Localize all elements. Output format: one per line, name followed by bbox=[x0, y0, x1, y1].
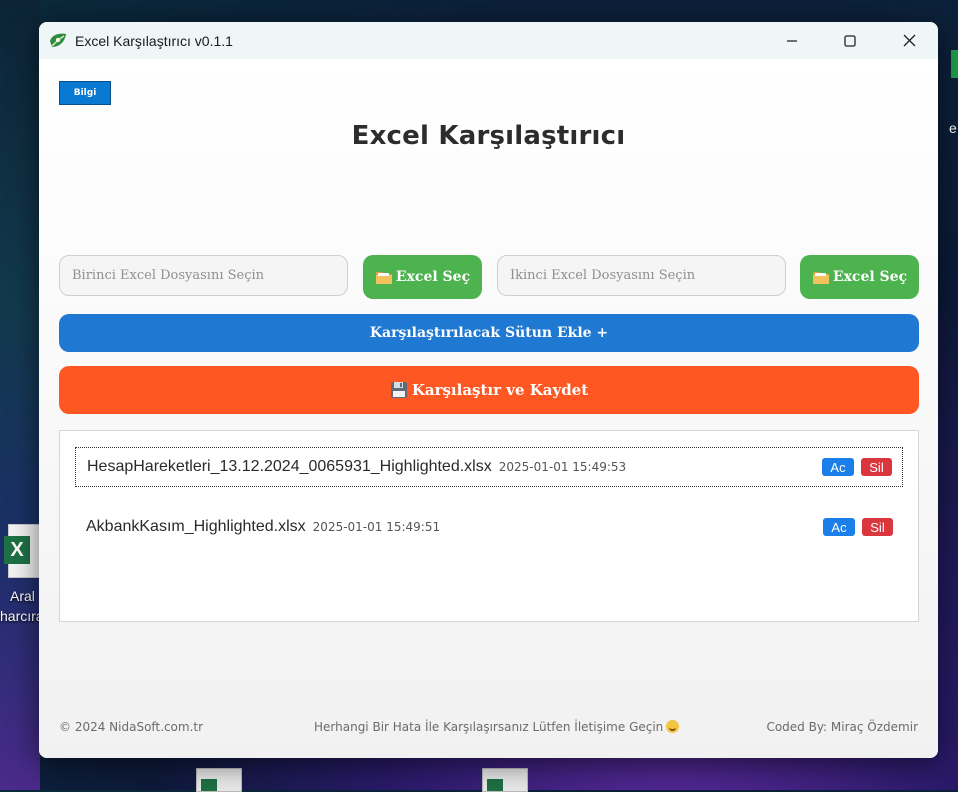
excel-x-icon: X bbox=[4, 536, 30, 564]
second-file-input[interactable] bbox=[497, 255, 786, 296]
delete-file-button[interactable]: Sil bbox=[861, 458, 892, 476]
select-first-excel-button[interactable]: Excel Seç bbox=[363, 255, 482, 299]
maximize-button[interactable] bbox=[821, 22, 879, 59]
footer-copyright: © 2024 NidaSoft.com.tr bbox=[59, 720, 204, 734]
file-date: 2025-01-01 15:49:53 bbox=[498, 460, 627, 474]
list-item[interactable]: HesapHareketleri_13.12.2024_0065931_High… bbox=[75, 447, 903, 487]
desktop-excel-file-icon-bottom-2[interactable] bbox=[482, 768, 528, 792]
compare-and-save-button[interactable]: Karşılaştır ve Kaydet bbox=[59, 366, 919, 414]
close-icon bbox=[903, 34, 915, 47]
open-file-button[interactable]: Ac bbox=[823, 518, 855, 536]
excel-badge-icon bbox=[201, 779, 217, 791]
app-leaf-icon bbox=[50, 33, 66, 47]
title-bar[interactable]: Excel Karşılaştırıcı v0.1.1 bbox=[39, 22, 938, 59]
page-title: Excel Karşılaştırıcı bbox=[351, 121, 626, 151]
folder-icon bbox=[375, 272, 392, 284]
desktop-green-icon[interactable] bbox=[951, 50, 958, 78]
compare-and-save-label: Karşılaştır ve Kaydet bbox=[411, 381, 589, 399]
desktop-icon-label: Aral bbox=[10, 588, 35, 604]
maximize-icon bbox=[844, 34, 856, 47]
file-name: HesapHareketleri_13.12.2024_0065931_High… bbox=[87, 458, 492, 475]
desktop-background bbox=[0, 0, 40, 790]
list-item[interactable]: AkbankKasım_Highlighted.xlsx 2025-01-01 … bbox=[75, 507, 903, 547]
desktop-right-label: e bbox=[949, 120, 957, 136]
select-excel-label: Excel Seç bbox=[832, 269, 908, 285]
folder-icon bbox=[812, 272, 829, 284]
desktop-icon-label-2: harcıra bbox=[0, 608, 44, 624]
select-second-excel-button[interactable]: Excel Seç bbox=[800, 255, 919, 299]
window-title: Excel Karşılaştırıcı v0.1.1 bbox=[75, 32, 233, 49]
app-window: Excel Karşılaştırıcı v0.1.1 Bilgi Excel … bbox=[39, 22, 938, 758]
smile-emoji-icon bbox=[666, 720, 680, 733]
desktop-excel-file-icon-bottom-1[interactable] bbox=[196, 768, 242, 792]
close-button[interactable] bbox=[880, 22, 938, 59]
footer-credit: Coded By: Miraç Özdemir bbox=[766, 720, 918, 734]
footer-message: Herhangi Bir Hata İle Karşılaşırsanız Lü… bbox=[314, 720, 680, 734]
output-file-list: HesapHareketleri_13.12.2024_0065931_High… bbox=[59, 430, 919, 622]
floppy-disk-icon bbox=[390, 382, 407, 398]
add-comparison-column-button[interactable]: Karşılaştırılacak Sütun Ekle + bbox=[59, 314, 919, 352]
first-file-input[interactable] bbox=[59, 255, 348, 296]
file-date: 2025-01-01 15:49:51 bbox=[312, 520, 441, 534]
open-file-button[interactable]: Ac bbox=[822, 458, 854, 476]
minimize-button[interactable] bbox=[763, 22, 821, 59]
info-button[interactable]: Bilgi bbox=[59, 81, 111, 105]
desktop-excel-file-icon[interactable]: X bbox=[2, 524, 42, 578]
select-excel-label: Excel Seç bbox=[395, 269, 471, 285]
footer-message-text: Herhangi Bir Hata İle Karşılaşırsanız Lü… bbox=[314, 720, 664, 734]
excel-badge-icon bbox=[487, 779, 503, 791]
app-content: Bilgi Excel Karşılaştırıcı Excel Seç Exc… bbox=[39, 59, 938, 758]
minimize-icon bbox=[787, 39, 797, 42]
file-name: AkbankKasım_Highlighted.xlsx bbox=[86, 518, 306, 535]
delete-file-button[interactable]: Sil bbox=[862, 518, 893, 536]
